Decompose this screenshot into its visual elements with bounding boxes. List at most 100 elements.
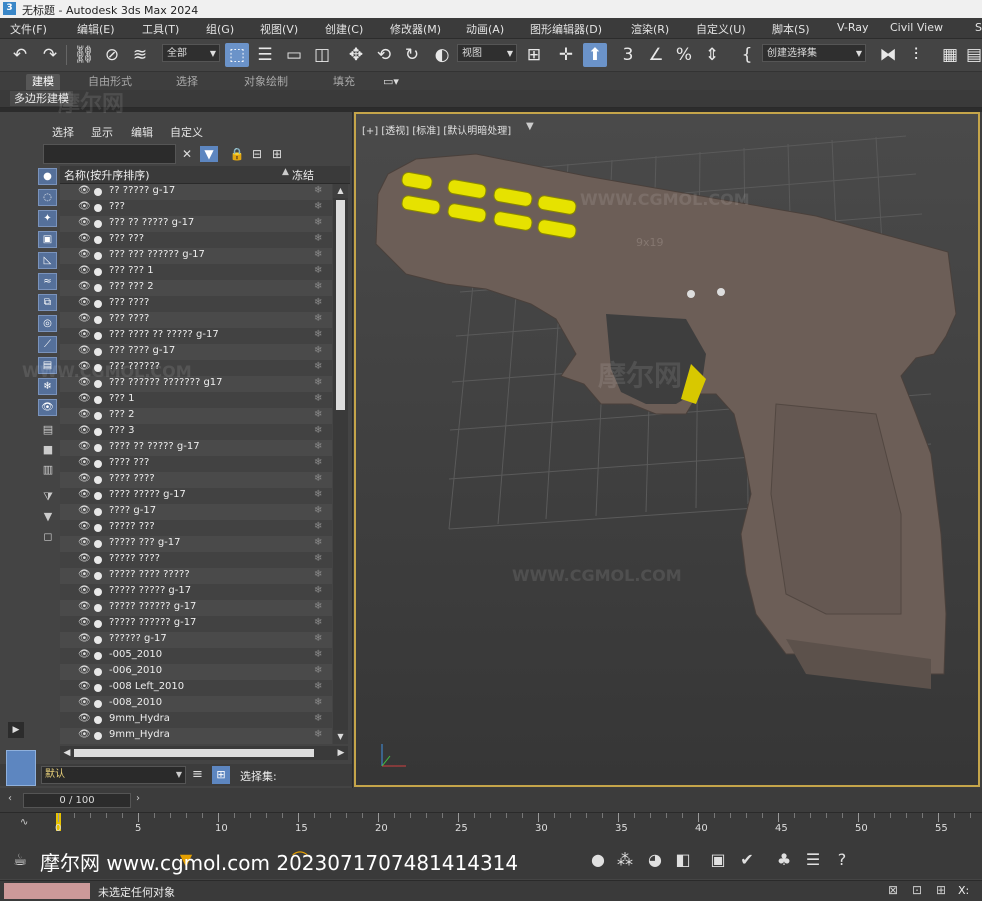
visibility-eye-icon[interactable]: 👁 bbox=[78, 457, 91, 468]
list-item[interactable]: 👁 ????? ????? g-17 ❄ bbox=[60, 584, 332, 600]
menu-more[interactable]: S bbox=[975, 21, 982, 34]
invert-display-icon[interactable]: ▥ bbox=[41, 463, 55, 477]
freeze-snowflake-icon[interactable]: ❄ bbox=[314, 377, 322, 388]
list-item[interactable]: 👁 9mm_Hydra ❄ bbox=[60, 728, 332, 744]
render-toggle-icon[interactable] bbox=[94, 732, 102, 740]
render-toggle-icon[interactable] bbox=[94, 188, 102, 196]
freeze-snowflake-icon[interactable]: ❄ bbox=[314, 249, 322, 260]
freeze-snowflake-icon[interactable]: ❄ bbox=[314, 569, 322, 580]
selection-filter-dropdown[interactable]: 全部 ▼ bbox=[162, 44, 220, 62]
edit-named-selection-icon[interactable]: { bbox=[735, 43, 759, 67]
render-toggle-icon[interactable] bbox=[94, 268, 102, 276]
freeze-snowflake-icon[interactable]: ❄ bbox=[314, 521, 322, 532]
list-item[interactable]: 👁 ??? ???? ❄ bbox=[60, 312, 332, 328]
column-freeze-header[interactable]: 冻结 bbox=[292, 167, 314, 183]
visibility-eye-icon[interactable]: 👁 bbox=[78, 537, 91, 548]
visibility-eye-icon[interactable]: 👁 bbox=[78, 409, 91, 420]
visibility-eye-icon[interactable]: 👁 bbox=[78, 313, 91, 324]
visibility-eye-icon[interactable]: 👁 bbox=[78, 185, 91, 196]
display-none-icon[interactable]: ■ bbox=[41, 443, 55, 457]
list-item[interactable]: 👁 ??? ??? 1 ❄ bbox=[60, 264, 332, 280]
hidden-filter-icon[interactable]: 👁 bbox=[38, 399, 57, 416]
tab-modeling[interactable]: 建模 bbox=[26, 74, 60, 90]
xrefs-filter-icon[interactable]: ◎ bbox=[38, 315, 57, 332]
explorer-menu-select[interactable]: 选择 bbox=[52, 124, 74, 140]
list-item[interactable]: 👁 ???? ????? g-17 ❄ bbox=[60, 488, 332, 504]
visibility-eye-icon[interactable]: 👁 bbox=[78, 441, 91, 452]
render-toggle-icon[interactable] bbox=[94, 588, 102, 596]
clear-search-icon[interactable]: ✕ bbox=[178, 146, 196, 162]
explorer-vertical-scrollbar[interactable]: ▲ ▼ bbox=[333, 184, 348, 744]
align-icon[interactable]: ⫶ bbox=[904, 43, 928, 67]
list-item[interactable]: 👁 ??? 1 ❄ bbox=[60, 392, 332, 408]
spinner-snap-icon[interactable]: ⇕ bbox=[700, 43, 724, 67]
lights-filter-icon[interactable]: ✦ bbox=[38, 210, 57, 227]
freeze-snowflake-icon[interactable]: ❄ bbox=[314, 409, 322, 420]
reference-coord-dropdown[interactable]: 视图 ▼ bbox=[457, 44, 517, 62]
render-toggle-icon[interactable] bbox=[94, 444, 102, 452]
select-by-name-icon[interactable]: ☰ bbox=[253, 43, 277, 67]
freeze-snowflake-icon[interactable]: ❄ bbox=[314, 489, 322, 500]
explorer-horizontal-scrollbar[interactable]: ◀ ▶ bbox=[60, 746, 348, 760]
visibility-eye-icon[interactable]: 👁 bbox=[78, 633, 91, 644]
bind-space-warp-icon[interactable]: ≋ bbox=[128, 43, 152, 67]
select-object-icon[interactable]: ⬚ bbox=[225, 43, 249, 67]
menu-customize[interactable]: 自定义(U) bbox=[696, 21, 746, 37]
explorer-menu-edit[interactable]: 编辑 bbox=[131, 124, 153, 140]
unlink-icon[interactable]: ⊘ bbox=[100, 43, 124, 67]
render-toggle-icon[interactable] bbox=[94, 236, 102, 244]
render-frame-icon[interactable]: ▣ bbox=[708, 850, 728, 870]
menu-views[interactable]: 视图(V) bbox=[260, 21, 298, 37]
render-toggle-icon[interactable] bbox=[94, 540, 102, 548]
freeze-snowflake-icon[interactable]: ❄ bbox=[314, 649, 322, 660]
freeze-snowflake-icon[interactable]: ❄ bbox=[314, 553, 322, 564]
visibility-eye-icon[interactable]: 👁 bbox=[78, 521, 91, 532]
visibility-eye-icon[interactable]: 👁 bbox=[78, 233, 91, 244]
menu-vray[interactable]: V-Ray bbox=[837, 21, 869, 34]
render-toggle-icon[interactable] bbox=[94, 492, 102, 500]
render-toggle-icon[interactable] bbox=[94, 508, 102, 516]
freeze-snowflake-icon[interactable]: ❄ bbox=[314, 313, 322, 324]
menu-file[interactable]: 文件(F) bbox=[10, 21, 47, 37]
toggle-ribbon-icon[interactable]: ▤ bbox=[962, 43, 982, 67]
select-and-scale-icon[interactable]: ↻ bbox=[400, 43, 424, 67]
menu-group[interactable]: 组(G) bbox=[206, 21, 234, 37]
freeze-snowflake-icon[interactable]: ❄ bbox=[314, 345, 322, 356]
render-toggle-icon[interactable] bbox=[94, 348, 102, 356]
shapes-filter-icon[interactable]: ◌ bbox=[38, 189, 57, 206]
visibility-eye-icon[interactable]: 👁 bbox=[78, 649, 91, 660]
menu-graph-editors[interactable]: 图形编辑器(D) bbox=[530, 21, 602, 37]
list-item[interactable]: 👁 -006_2010 ❄ bbox=[60, 664, 332, 680]
viewport-label[interactable]: [+] [透视] [标准] [默认明暗处理] bbox=[362, 122, 511, 137]
explorer-menu-display[interactable]: 显示 bbox=[91, 124, 113, 140]
tab-populate[interactable]: 填充 bbox=[333, 74, 355, 90]
layer-explorer-icon[interactable]: ▦ bbox=[938, 43, 962, 67]
place-icon[interactable]: ◐ bbox=[430, 43, 454, 67]
list-item[interactable]: 👁 ??? ??? ?????? g-17 ❄ bbox=[60, 248, 332, 264]
relative-mode-icon[interactable]: ⊡ bbox=[912, 883, 922, 897]
menu-modifiers[interactable]: 修改器(M) bbox=[390, 21, 441, 37]
visibility-eye-icon[interactable]: 👁 bbox=[78, 569, 91, 580]
scroll-left-icon[interactable]: ◀ bbox=[60, 746, 74, 760]
freeze-snowflake-icon[interactable]: ❄ bbox=[314, 233, 322, 244]
render-toggle-icon[interactable] bbox=[94, 636, 102, 644]
list-icon[interactable]: ☰ bbox=[803, 850, 823, 870]
timeline[interactable]: ∿ 0 5 10 15 20 25 30 35 40 45 50 55 bbox=[0, 812, 982, 843]
visibility-eye-icon[interactable]: 👁 bbox=[78, 729, 91, 740]
helpers-filter-icon[interactable]: ◺ bbox=[38, 252, 57, 269]
freeze-snowflake-icon[interactable]: ❄ bbox=[314, 217, 322, 228]
visibility-eye-icon[interactable]: 👁 bbox=[78, 329, 91, 340]
visibility-eye-icon[interactable]: 👁 bbox=[78, 489, 91, 500]
explorer-toggle-button[interactable] bbox=[6, 750, 36, 786]
visibility-eye-icon[interactable]: 👁 bbox=[78, 665, 91, 676]
scroll-right-icon[interactable]: ▶ bbox=[334, 746, 348, 760]
freeze-snowflake-icon[interactable]: ❄ bbox=[314, 585, 322, 596]
freeze-snowflake-icon[interactable]: ❄ bbox=[314, 681, 322, 692]
column-name-header[interactable]: 名称(按升序排序) bbox=[64, 167, 150, 183]
render-toggle-icon[interactable] bbox=[94, 300, 102, 308]
freeze-snowflake-icon[interactable]: ❄ bbox=[314, 697, 322, 708]
list-item[interactable]: 👁??? ❄ bbox=[60, 200, 332, 216]
angle-snap-icon[interactable]: ∠ bbox=[644, 43, 668, 67]
rectangular-selection-icon[interactable]: ▭ bbox=[282, 43, 306, 67]
explorer-search-input[interactable] bbox=[43, 144, 176, 164]
